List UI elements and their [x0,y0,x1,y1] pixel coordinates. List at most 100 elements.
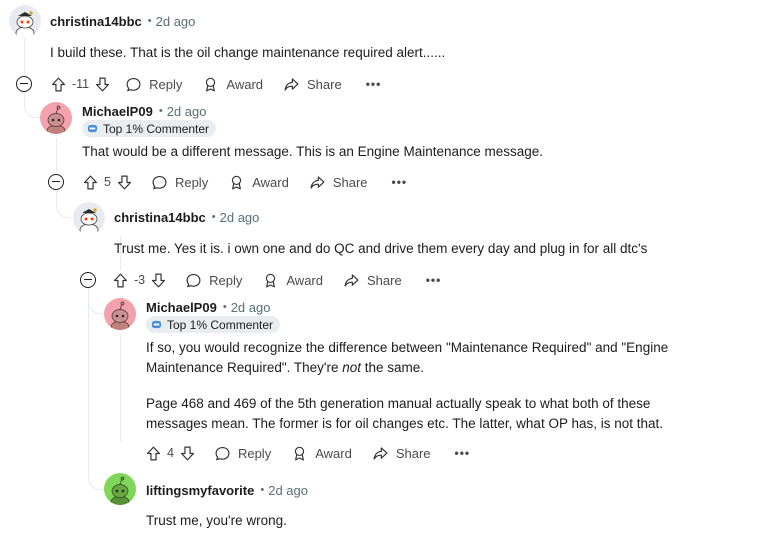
share-icon [309,174,326,191]
award-label: Award [286,272,323,288]
author-name[interactable]: MichaelP09 [146,300,217,315]
share-button[interactable]: Share [283,76,342,93]
vote-count: 5 [104,175,111,189]
share-label: Share [332,174,368,190]
share-label: Share [307,76,342,92]
more-options-button[interactable]: ••• [366,77,382,91]
comment-meta: MichaelP09 • 2d ago [146,298,270,316]
upvote-button[interactable] [112,272,129,289]
comment-age[interactable]: 2d ago [268,483,308,498]
comment-paragraph: Page 468 and 469 of the 5th generation m… [146,396,664,431]
comment-actions: -11 Reply Award Share ••• [50,73,381,95]
snoo-avatar-icon [40,102,72,134]
share-button[interactable]: Share [372,445,431,462]
comment-actions: 4 Reply Award Share ••• [145,442,470,464]
comment-age[interactable]: 2d ago [156,14,196,29]
comment-age[interactable]: 2d ago [220,210,260,225]
user-flair: Top 1% Commenter [82,120,217,137]
share-button[interactable]: Share [309,174,368,191]
author-name[interactable]: liftingsmyfavorite [146,483,254,498]
upvote-button[interactable] [82,174,99,191]
upvote-icon [50,76,67,93]
comment-actions: 5 Reply Award Share ••• [82,171,407,193]
downvote-icon [179,445,196,462]
upvote-button[interactable] [50,76,67,93]
avatar[interactable] [104,473,136,505]
reply-button[interactable]: Reply [151,174,208,191]
meta-separator: • [158,105,163,117]
snoo-avatar-icon [9,5,41,37]
user-flair: Top 1% Commenter [146,316,281,333]
thread-line [120,334,121,442]
collapse-icon[interactable] [48,174,64,190]
comment-body: I build these. That is the oil change ma… [50,43,740,63]
reply-icon [125,76,142,93]
author-name[interactable]: christina14bbc [50,14,142,29]
downvote-icon [116,174,133,191]
flair-label: Top 1% Commenter [103,121,210,136]
downvote-button[interactable] [94,76,111,93]
collapse-icon[interactable] [16,76,32,92]
avatar[interactable] [73,202,105,234]
award-button[interactable]: Award [228,174,289,191]
comment-body: That would be a different message. This … [82,142,742,162]
reply-icon [151,174,168,191]
reply-icon [214,445,231,462]
thread-line [88,288,89,458]
comment-body: If so, you would recognize the differenc… [146,338,706,434]
reply-button[interactable]: Reply [185,272,242,289]
comment-paragraph: Trust me. Yes it is. i own one and do QC… [114,241,648,256]
reply-label: Reply [237,445,272,461]
award-icon [228,174,245,191]
meta-separator: • [211,211,216,223]
share-button[interactable]: Share [343,272,402,289]
thread-connector [24,92,40,118]
meta-separator: • [222,301,227,313]
thread-connector [88,288,104,314]
more-options-button[interactable]: ••• [455,446,471,460]
author-name[interactable]: christina14bbc [114,210,206,225]
collapse-icon[interactable] [80,272,96,288]
comment-meta: christina14bbc • 2d ago [114,208,259,226]
award-button[interactable]: Award [291,445,352,462]
comment-body: Trust me, you're wrong. [146,511,706,531]
avatar[interactable] [40,102,72,134]
meta-separator: • [147,15,152,27]
more-options-button[interactable]: ••• [426,273,442,287]
reply-button[interactable]: Reply [214,445,271,462]
reply-label: Reply [149,76,183,92]
thread-line [56,138,57,172]
comment-paragraph: That would be a different message. This … [82,144,544,159]
vote-count: -3 [134,273,146,287]
award-icon [262,272,279,289]
upvote-icon [82,174,99,191]
award-icon [291,445,308,462]
award-button[interactable]: Award [202,76,263,93]
thread-connector [88,450,104,490]
upvote-icon [112,272,129,289]
downvote-button[interactable] [116,174,133,191]
comment-age[interactable]: 2d ago [231,300,271,315]
flair-badge-icon [151,320,162,329]
comment-body: Trust me. Yes it is. i own one and do QC… [114,239,754,259]
flair-badge-icon [87,124,98,133]
upvote-button[interactable] [145,445,162,462]
avatar[interactable] [9,5,41,37]
author-name[interactable]: MichaelP09 [82,104,153,119]
comment-meta: MichaelP09 • 2d ago [82,102,206,120]
award-button[interactable]: Award [262,272,323,289]
more-options-button[interactable]: ••• [392,175,408,189]
award-icon [202,76,219,93]
comment-age[interactable]: 2d ago [167,104,207,119]
thread-connector [56,190,72,218]
downvote-button[interactable] [150,272,167,289]
award-label: Award [315,445,352,461]
share-label: Share [367,272,402,288]
downvote-button[interactable] [179,445,196,462]
snoo-avatar-icon [104,298,136,330]
snoo-avatar-icon [104,473,136,505]
award-label: Award [252,174,289,190]
reply-button[interactable]: Reply [125,76,182,93]
avatar[interactable] [104,298,136,330]
comment-paragraph: Trust me, you're wrong. [146,513,287,528]
